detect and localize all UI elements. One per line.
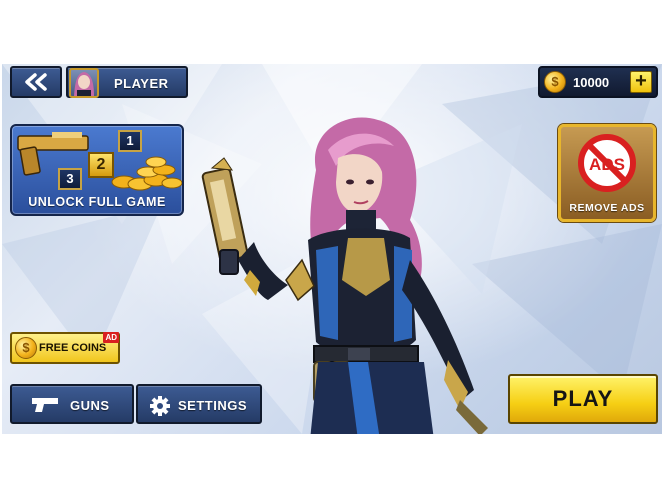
badge-two: 2 xyxy=(88,152,114,178)
coin-pile-icon xyxy=(111,156,182,191)
unlock-full-game-button[interactable]: 1 2 3 UNLOCK FULL GAME xyxy=(10,124,184,216)
player-portrait-icon xyxy=(74,72,94,96)
coin-balance-bar: $ 10000 + xyxy=(538,66,658,98)
play-button[interactable]: PLAY xyxy=(508,374,658,424)
game-screen: PLAYER $ 10000 + 1 2 3 UNLOCK FULL GAME … xyxy=(2,64,662,434)
settings-label: SETTINGS xyxy=(178,398,248,413)
play-label: PLAY xyxy=(552,386,614,411)
avatar xyxy=(69,68,99,98)
ad-badge: AD xyxy=(103,332,119,343)
settings-button[interactable]: SETTINGS xyxy=(136,384,262,424)
unlock-full-game-label: UNLOCK FULL GAME xyxy=(28,195,166,209)
back-button[interactable] xyxy=(10,66,62,98)
free-coins-button[interactable]: $ FREE COINS AD xyxy=(10,332,120,364)
guns-label: GUNS xyxy=(70,398,110,413)
pistol-icon xyxy=(32,398,58,412)
badge-one: 1 xyxy=(118,130,142,152)
coin-icon: $ xyxy=(544,71,566,93)
player-profile-button[interactable]: PLAYER xyxy=(66,66,188,98)
coin-icon: $ xyxy=(15,337,37,359)
remove-ads-label: REMOVE ADS xyxy=(569,202,645,214)
free-coins-label: FREE COINS xyxy=(39,342,107,354)
player-name: PLAYER xyxy=(114,76,169,91)
badge-three: 3 xyxy=(58,168,82,190)
remove-ads-button[interactable]: ADS REMOVE ADS xyxy=(558,124,656,222)
gear-icon xyxy=(150,396,170,416)
add-coins-button[interactable]: + xyxy=(630,71,652,93)
double-chevron-left-icon xyxy=(25,73,47,91)
guns-button[interactable]: GUNS xyxy=(10,384,134,424)
coin-amount: 10000 xyxy=(573,75,610,90)
no-ads-icon: ADS xyxy=(578,134,636,192)
